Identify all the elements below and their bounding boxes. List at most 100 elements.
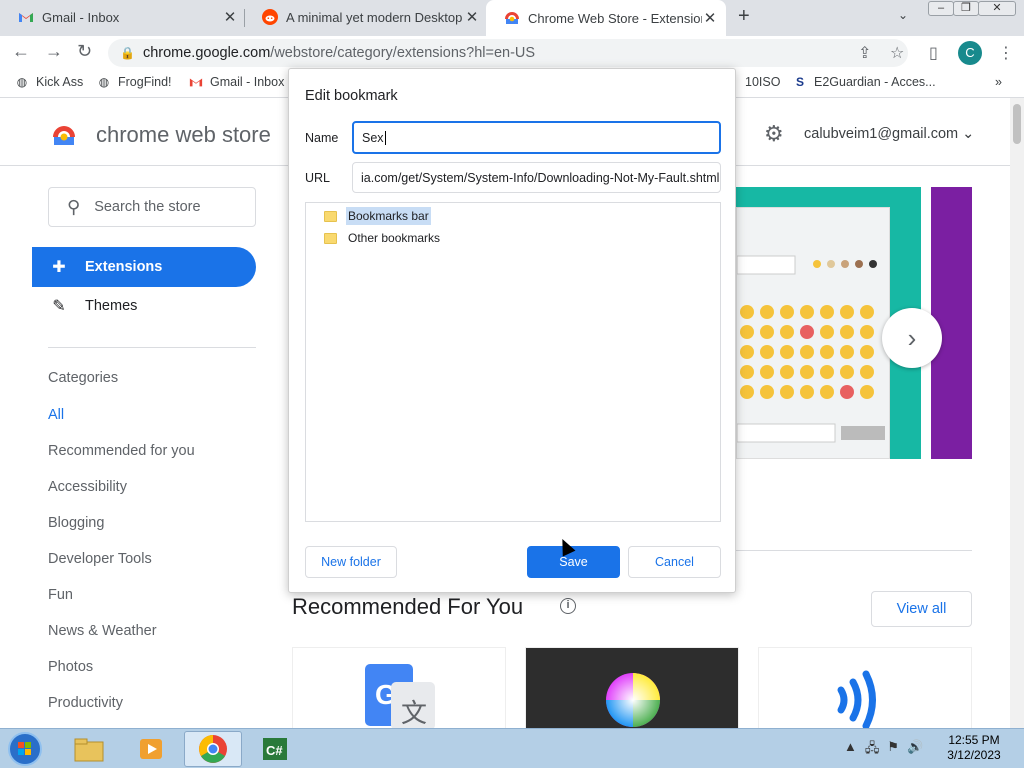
tab-label: Chrome Web Store - Extensions bbox=[528, 10, 702, 26]
bookmark-kick-ass[interactable]: ◍ Kick Ass bbox=[15, 75, 84, 89]
bookmark-star-icon[interactable]: ☆ bbox=[890, 43, 904, 63]
recommended-heading: Recommended For You bbox=[292, 594, 524, 619]
taskbar-csharp-app[interactable]: C# bbox=[246, 731, 304, 767]
windows-taskbar: C# ▲ 🖧 ⚑ 🔊 12:55 PM 3/12/2023 bbox=[0, 728, 1024, 768]
show-hidden-icons-icon[interactable]: ▲ bbox=[844, 739, 857, 761]
media-player-icon bbox=[140, 739, 162, 759]
bookmark-gmail[interactable]: Gmail - Inbox bbox=[189, 75, 284, 89]
folder-tree[interactable]: Bookmarks bar Other bookmarks bbox=[305, 202, 721, 522]
share-icon[interactable]: ⇪ bbox=[858, 43, 871, 63]
close-icon[interactable]: ✕ bbox=[222, 8, 238, 26]
folder-other-bookmarks[interactable]: Other bookmarks bbox=[324, 229, 442, 247]
scrollbar-thumb[interactable] bbox=[1013, 104, 1021, 144]
emoji-preview-image bbox=[736, 207, 890, 459]
bookmark-frogfind[interactable]: ◍ FrogFind! bbox=[97, 75, 172, 89]
category-news-weather[interactable]: News & Weather bbox=[48, 623, 157, 639]
category-recommended[interactable]: Recommended for you bbox=[48, 443, 195, 459]
action-center-icon[interactable]: ⚑ bbox=[887, 739, 899, 761]
extension-card-translate[interactable]: G文 bbox=[292, 647, 506, 728]
taskbar-chrome[interactable] bbox=[184, 731, 242, 767]
category-fun[interactable]: Fun bbox=[48, 587, 73, 603]
minimize-button[interactable]: – bbox=[928, 1, 954, 16]
color-wheel-icon bbox=[606, 673, 660, 727]
volume-icon[interactable]: 🔊 bbox=[907, 739, 923, 761]
extension-card-read-aloud[interactable] bbox=[758, 647, 972, 728]
forward-icon[interactable]: → bbox=[45, 41, 63, 62]
close-window-button[interactable]: ✕ bbox=[978, 1, 1016, 16]
reload-icon[interactable]: ↻ bbox=[77, 41, 92, 62]
svg-text:C#: C# bbox=[266, 743, 283, 758]
tab-chrome-web-store[interactable]: Chrome Web Store - Extensions ✕ bbox=[486, 0, 726, 36]
tab-gmail[interactable]: Gmail - Inbox ✕ bbox=[0, 0, 244, 34]
system-clock[interactable]: 12:55 PM 3/12/2023 bbox=[938, 733, 1010, 763]
nav-themes[interactable]: ✎ Themes bbox=[32, 286, 256, 326]
url-field[interactable]: ia.com/get/System/System-Info/Downloadin… bbox=[352, 162, 721, 193]
reddit-icon bbox=[262, 9, 278, 25]
extension-card-color-picker[interactable] bbox=[525, 647, 739, 728]
nav-extensions[interactable]: ✚ Extensions bbox=[32, 247, 256, 287]
globe-icon: ◍ bbox=[98, 75, 110, 89]
info-icon[interactable]: i bbox=[560, 598, 576, 614]
gmail-icon bbox=[19, 13, 33, 22]
csharp-icon: C# bbox=[263, 738, 287, 760]
close-icon[interactable]: ✕ bbox=[702, 9, 718, 27]
text-caret bbox=[384, 130, 386, 145]
bookmarks-overflow-button[interactable]: » bbox=[995, 75, 1002, 89]
edit-bookmark-dialog: Edit bookmark Name Sex URL ia.com/get/Sy… bbox=[288, 68, 736, 593]
taskbar-file-explorer[interactable] bbox=[60, 731, 118, 767]
taskbar-media-player[interactable] bbox=[122, 731, 180, 767]
close-icon[interactable]: ✕ bbox=[464, 8, 480, 26]
category-blogging[interactable]: Blogging bbox=[48, 515, 104, 531]
url-label: URL bbox=[305, 171, 331, 185]
carousel-next-button[interactable]: › bbox=[882, 308, 942, 368]
category-all[interactable]: All bbox=[48, 407, 64, 423]
system-tray: ▲ 🖧 ⚑ 🔊 bbox=[844, 739, 923, 761]
folder-icon bbox=[324, 210, 337, 222]
category-developer-tools[interactable]: Developer Tools bbox=[48, 551, 152, 567]
bookmark-10iso[interactable]: 10ISO bbox=[745, 75, 780, 89]
sound-waves-icon bbox=[837, 670, 876, 728]
start-button[interactable] bbox=[8, 732, 42, 766]
brush-icon: ✎ bbox=[52, 298, 66, 315]
chrome-web-store-logo[interactable] bbox=[52, 124, 76, 148]
folder-icon bbox=[324, 232, 337, 244]
side-panel-icon[interactable]: ▯ bbox=[929, 43, 938, 63]
new-tab-button[interactable]: + bbox=[738, 5, 750, 28]
network-icon[interactable]: 🖧 bbox=[865, 739, 880, 761]
category-accessibility[interactable]: Accessibility bbox=[48, 479, 127, 495]
emoji-grid-image bbox=[736, 255, 885, 443]
tab-label: Gmail - Inbox bbox=[42, 9, 120, 25]
clock-date: 3/12/2023 bbox=[947, 748, 1001, 762]
name-field[interactable]: Sex bbox=[352, 121, 721, 154]
search-icon: ⚲ bbox=[67, 196, 81, 217]
search-placeholder: Search the store bbox=[94, 199, 201, 215]
account-menu[interactable]: calubveim1@gmail.com ⌄ bbox=[804, 126, 974, 142]
name-label: Name bbox=[305, 131, 339, 145]
gear-icon[interactable]: ⚙ bbox=[764, 121, 784, 147]
view-all-button[interactable]: View all bbox=[871, 591, 972, 627]
tab-search-icon[interactable]: ⌄ bbox=[898, 8, 908, 22]
new-folder-button[interactable]: New folder bbox=[305, 546, 397, 578]
cancel-button[interactable]: Cancel bbox=[628, 546, 721, 578]
category-photos[interactable]: Photos bbox=[48, 659, 93, 675]
address-bar[interactable]: 🔒 chrome.google.com/webstore/category/ex… bbox=[108, 39, 908, 67]
dialog-title: Edit bookmark bbox=[305, 88, 398, 104]
store-title[interactable]: chrome web store bbox=[96, 122, 271, 148]
category-productivity[interactable]: Productivity bbox=[48, 695, 123, 711]
lock-icon[interactable]: 🔒 bbox=[120, 46, 135, 60]
bookmark-e2guardian[interactable]: S E2Guardian - Acces... bbox=[793, 75, 936, 89]
page-scrollbar[interactable] bbox=[1010, 98, 1024, 728]
maximize-button[interactable]: ❐ bbox=[953, 1, 979, 16]
folder-bookmarks-bar[interactable]: Bookmarks bar bbox=[324, 207, 431, 225]
search-input[interactable]: ⚲ Search the store bbox=[48, 187, 256, 227]
browser-toolbar: ← → ↻ 🔒 chrome.google.com/webstore/categ… bbox=[0, 36, 1024, 70]
profile-avatar[interactable]: C bbox=[958, 41, 982, 65]
google-translate-icon: G文 bbox=[365, 664, 435, 728]
categories-heading: Categories bbox=[48, 370, 119, 386]
address-url[interactable]: chrome.google.com/webstore/category/exte… bbox=[143, 45, 535, 61]
puzzle-icon: ✚ bbox=[52, 259, 66, 276]
menu-icon[interactable]: ⋮ bbox=[998, 43, 1014, 63]
tab-reddit[interactable]: A minimal yet modern Desktop E ✕ bbox=[244, 0, 486, 34]
back-icon[interactable]: ← bbox=[12, 41, 30, 62]
divider bbox=[48, 347, 256, 348]
